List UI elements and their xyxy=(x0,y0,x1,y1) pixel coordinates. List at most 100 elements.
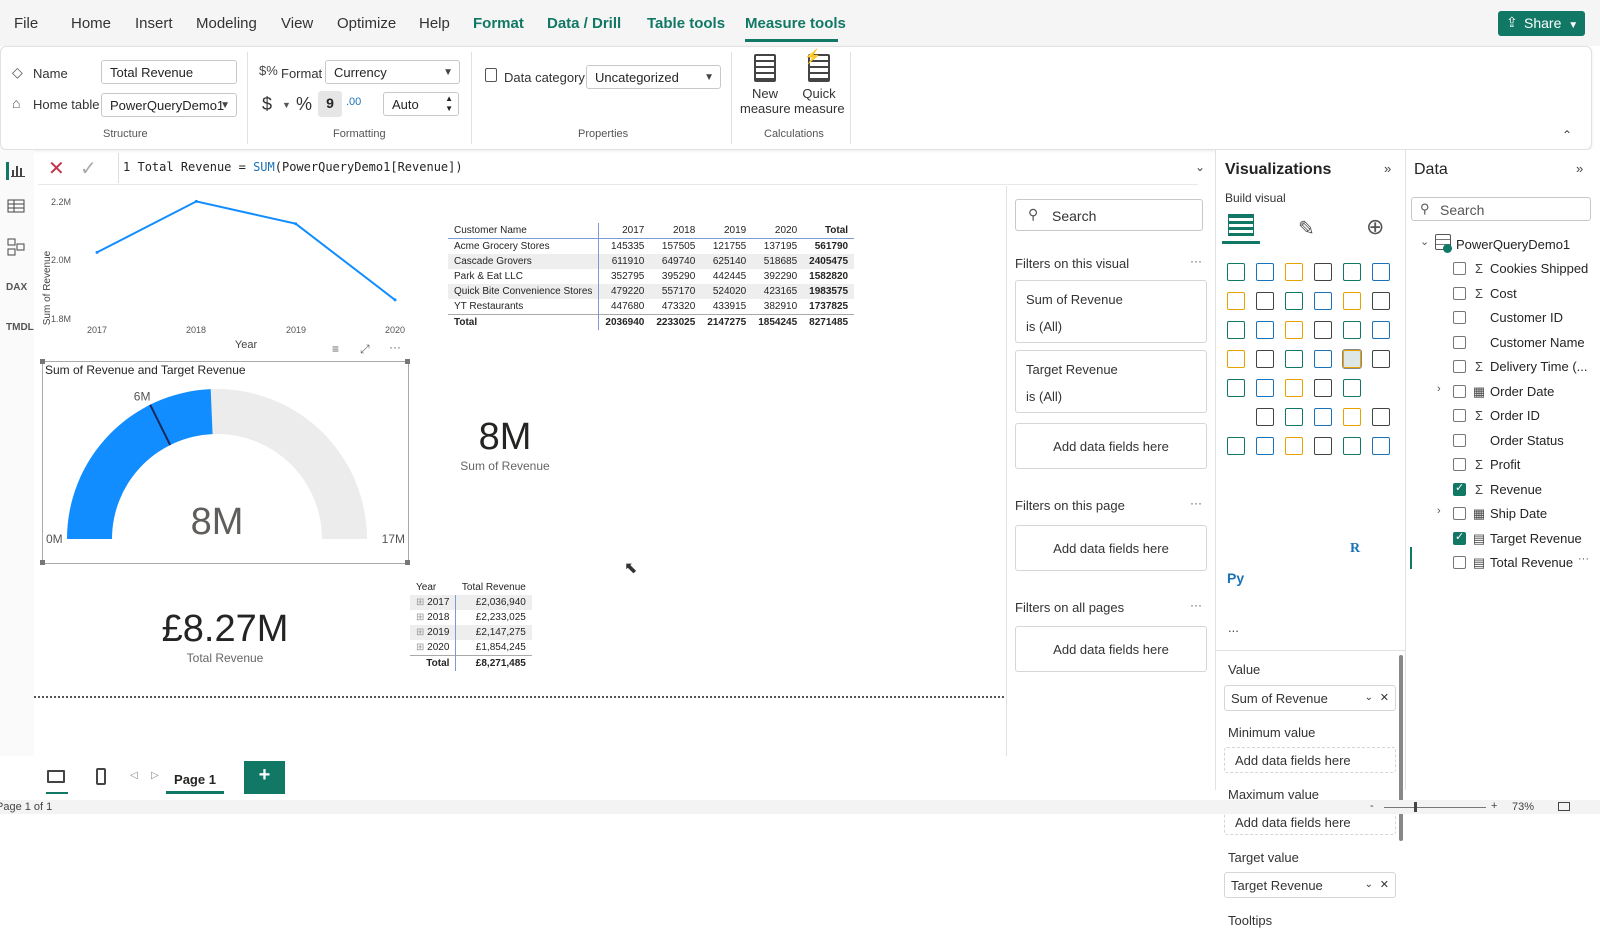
data-field-item[interactable]: Σ Revenue xyxy=(1406,479,1600,501)
add-filter-field-all[interactable]: Add data fields here xyxy=(1015,626,1207,672)
zoom-in-button[interactable]: + xyxy=(1491,800,1497,812)
100-bar-visual-icon[interactable] xyxy=(1343,263,1361,281)
share-button[interactable]: ⇪ Share ▼ xyxy=(1498,11,1585,36)
menu-home[interactable]: Home xyxy=(71,15,111,32)
field-checkbox[interactable] xyxy=(1453,384,1466,398)
sum-revenue-card[interactable]: 8M Sum of Revenue xyxy=(450,416,560,473)
menu-format[interactable]: Format xyxy=(473,15,524,32)
kpi-visual-icon[interactable] xyxy=(1256,379,1274,397)
menu-data-drill[interactable]: Data / Drill xyxy=(547,15,621,32)
field-checkbox[interactable] xyxy=(1453,360,1466,373)
filter-card-sum-revenue[interactable]: Sum of Revenue is (All) xyxy=(1015,280,1207,343)
analytics-icon[interactable]: ⊕ xyxy=(1366,214,1384,240)
line-point[interactable] xyxy=(194,199,198,203)
matrix-visual-icon[interactable] xyxy=(1343,379,1361,397)
stacked-column-visual-icon[interactable] xyxy=(1256,263,1274,281)
resize-handle[interactable] xyxy=(40,359,45,364)
report-view-icon[interactable] xyxy=(6,162,26,180)
matrix-header[interactable]: Customer Name xyxy=(448,223,599,239)
resize-handle[interactable] xyxy=(405,560,410,565)
menu-help[interactable]: Help xyxy=(419,15,450,32)
remove-field-icon[interactable]: ✕ xyxy=(1380,691,1389,704)
filter-card-target-revenue[interactable]: Target Revenue is (All) xyxy=(1015,350,1207,413)
chevron-down-icon[interactable]: ⌄ xyxy=(1420,235,1429,248)
zoom-slider-thumb[interactable] xyxy=(1414,802,1417,812)
field-checkbox[interactable] xyxy=(1453,335,1466,349)
data-field-item[interactable]: › ▦ Ship Date xyxy=(1406,503,1600,525)
power-apps-visual-icon[interactable] xyxy=(1256,437,1274,455)
area-visual-icon[interactable] xyxy=(1256,292,1274,310)
table-visual-icon[interactable] xyxy=(1314,379,1332,397)
smart-narrative-visual-icon[interactable] xyxy=(1343,408,1361,426)
field-checkbox[interactable] xyxy=(1453,286,1466,300)
field-checkbox[interactable] xyxy=(1453,481,1466,496)
100-area-visual-icon[interactable] xyxy=(1314,292,1332,310)
value-field-well[interactable]: Sum of Revenue ⌄ ✕ xyxy=(1224,685,1396,711)
collapse-pane-icon[interactable]: » xyxy=(1576,161,1583,176)
field-checkbox[interactable] xyxy=(1453,556,1466,569)
cancel-formula-icon[interactable]: ✕ xyxy=(48,156,65,181)
fit-to-page-icon[interactable] xyxy=(1558,802,1570,811)
paginated-visual-icon[interactable] xyxy=(1227,437,1245,455)
qa-visual-icon[interactable] xyxy=(1314,408,1332,426)
key-influencers-visual-icon[interactable] xyxy=(1256,408,1274,426)
clustered-bar-visual-icon[interactable] xyxy=(1285,263,1303,281)
name-input[interactable]: Total Revenue xyxy=(101,60,237,84)
matrix-header[interactable]: 2017 xyxy=(598,223,651,239)
year-revenue-table[interactable]: Year Total Revenue ⊞ 2017 £2,036,940 ⊞ 2… xyxy=(410,580,532,671)
percent-button[interactable]: % xyxy=(296,94,312,115)
tmdl-view-icon[interactable]: TMDL xyxy=(6,322,34,340)
filter-icon[interactable]: ≡ xyxy=(332,342,339,356)
chevron-right-icon[interactable]: › xyxy=(1437,505,1441,517)
home-table-select[interactable]: PowerQueryDemo1 ▼ xyxy=(101,93,237,117)
table-node[interactable]: ⌄ PowerQueryDemo1 xyxy=(1406,234,1600,256)
target-field-well[interactable]: Target Revenue ⌄ ✕ xyxy=(1224,872,1396,898)
power-automate-visual-icon[interactable] xyxy=(1285,437,1303,455)
zoom-out-button[interactable]: - xyxy=(1370,800,1374,812)
line-visual-icon[interactable] xyxy=(1227,292,1245,310)
custom-1-visual-icon[interactable] xyxy=(1314,437,1332,455)
menu-modeling[interactable]: Modeling xyxy=(196,15,257,32)
add-filter-field-page[interactable]: Add data fields here xyxy=(1015,525,1207,571)
data-field-item[interactable]: Σ Profit xyxy=(1406,454,1600,476)
table-cell[interactable]: ⊞ 2017 xyxy=(410,595,456,610)
menu-view[interactable]: View xyxy=(281,15,313,32)
field-checkbox[interactable] xyxy=(1453,262,1466,275)
commit-formula-icon[interactable]: ✓ xyxy=(80,156,97,181)
dax-query-view-icon[interactable]: DAX xyxy=(6,282,27,300)
waterfall-visual-icon[interactable] xyxy=(1256,321,1274,339)
customer-year-matrix[interactable]: Customer Name 2017 2018 2019 2020 Total … xyxy=(448,223,855,330)
decomposition-tree-visual-icon[interactable] xyxy=(1285,408,1303,426)
stepper-up-icon[interactable]: ▲ xyxy=(445,94,453,103)
more-options-icon[interactable]: ··· xyxy=(1578,553,1589,565)
zoom-slider[interactable] xyxy=(1384,807,1486,808)
line-clustered-column-visual-icon[interactable] xyxy=(1372,292,1390,310)
data-field-item[interactable]: Σ Cost xyxy=(1406,283,1600,305)
decimal-places-icon[interactable]: .00 xyxy=(346,96,361,108)
menu-table-tools[interactable]: Table tools xyxy=(647,15,725,32)
table-cell[interactable]: ⊞ 2019 xyxy=(410,625,456,640)
line-point[interactable] xyxy=(95,250,99,254)
more-options-icon[interactable]: ··· xyxy=(1190,496,1202,510)
r-visual-icon[interactable]: R xyxy=(1350,541,1360,557)
data-field-item[interactable]: Order Status xyxy=(1406,430,1600,452)
line-column-visual-icon[interactable] xyxy=(1343,292,1361,310)
matrix-header[interactable]: 2019 xyxy=(701,223,752,239)
ribbon-visual-icon[interactable] xyxy=(1227,321,1245,339)
new-measure-button[interactable]: New measure xyxy=(740,52,791,124)
more-visuals-icon[interactable]: ... xyxy=(1228,620,1239,635)
data-field-item[interactable]: Customer ID xyxy=(1406,307,1600,329)
decimal-places-input[interactable]: Auto ▲ ▼ xyxy=(383,92,459,116)
stepper-down-icon[interactable]: ▼ xyxy=(445,104,453,113)
scatter-visual-icon[interactable] xyxy=(1314,321,1332,339)
azure-map-visual-icon[interactable] xyxy=(1314,350,1332,368)
treemap-visual-icon[interactable] xyxy=(1227,350,1245,368)
field-checkbox[interactable] xyxy=(1453,530,1466,545)
python-visual-icon[interactable]: Py xyxy=(1227,570,1244,586)
total-revenue-card[interactable]: £8.27M Total Revenue xyxy=(140,608,310,665)
card-visual-icon[interactable] xyxy=(1372,350,1390,368)
data-search-input[interactable]: ⚲ Search xyxy=(1411,197,1591,221)
clustered-column-visual-icon[interactable] xyxy=(1314,263,1332,281)
stacked-area-visual-icon[interactable] xyxy=(1285,292,1303,310)
line-series[interactable] xyxy=(96,200,396,301)
